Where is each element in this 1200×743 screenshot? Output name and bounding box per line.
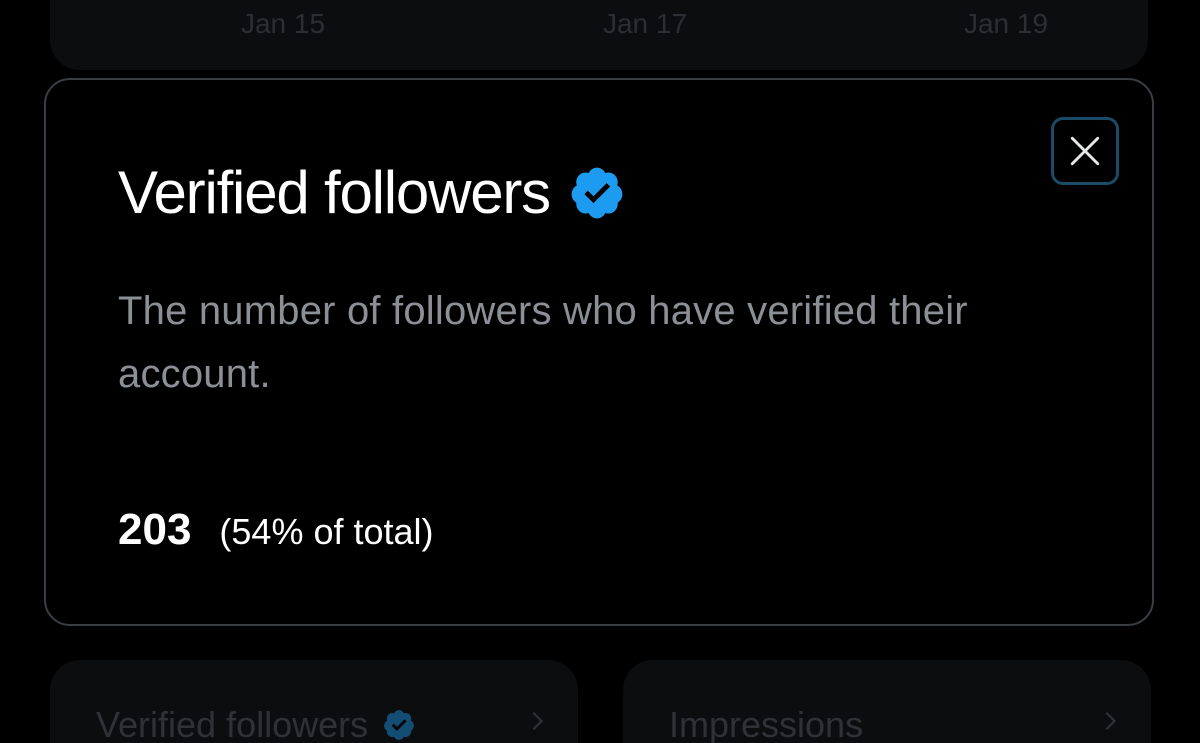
- dialog-title: Verified followers: [118, 158, 626, 227]
- verified-badge-icon: [384, 710, 415, 740]
- x-axis-label: Jan 19: [963, 8, 1049, 39]
- chevron-right-icon: [532, 711, 544, 731]
- stat-row: 203 (54% of total): [118, 505, 434, 555]
- chevron-right-icon: [1105, 711, 1117, 731]
- verified-followers-percent: (54% of total): [219, 511, 434, 552]
- tile-title: Impressions: [669, 704, 863, 743]
- tile-title-label: Impressions: [669, 704, 864, 743]
- verified-followers-dialog: Verified followers The number of followe…: [44, 78, 1154, 626]
- tile-verified-followers[interactable]: Verified followers: [50, 660, 578, 743]
- close-icon: [1070, 136, 1100, 166]
- tile-impressions[interactable]: Impressions: [623, 660, 1151, 743]
- x-axis-label: Jan 15: [240, 8, 326, 39]
- x-axis-label: Jan 17: [602, 8, 688, 39]
- dialog-description: The number of followers who have verifie…: [118, 289, 968, 396]
- tile-title: Verified followers: [96, 704, 416, 743]
- analytics-screen: Jan 15 Jan 17 Jan 19 Verified followers …: [0, 0, 1200, 743]
- close-button[interactable]: [1051, 117, 1119, 185]
- verified-badge-icon: [571, 167, 623, 218]
- verified-followers-count: 203: [118, 505, 192, 554]
- dialog-title-text: Verified followers: [118, 159, 551, 226]
- chart-card: Jan 15 Jan 17 Jan 19: [50, 0, 1148, 70]
- tile-title-label: Verified followers: [96, 704, 369, 743]
